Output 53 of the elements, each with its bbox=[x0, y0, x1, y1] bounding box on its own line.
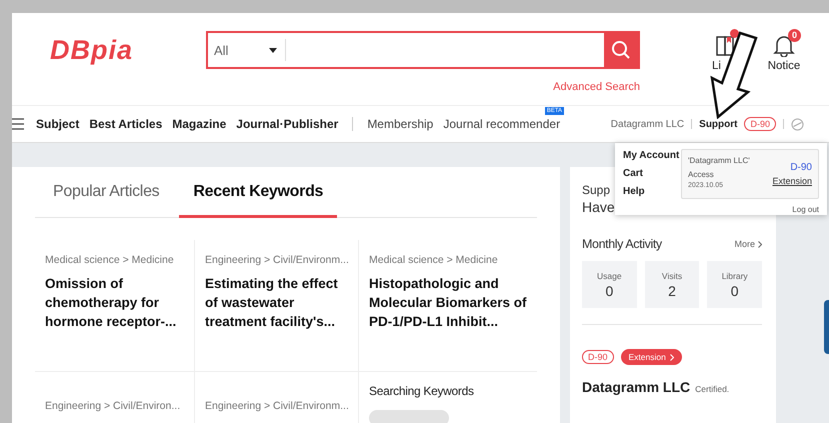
extension-link[interactable]: Extension bbox=[772, 176, 812, 186]
nav-link[interactable]: Best Articles bbox=[89, 117, 162, 131]
menu-item[interactable]: Help bbox=[623, 186, 681, 197]
article-title[interactable]: Omission of chemotherapy for hormone receptor-... bbox=[45, 274, 184, 331]
article-title[interactable]: Histopathologic and Molecular Biomarkers of PD-1/PD-L1 Inhibit... bbox=[369, 274, 527, 331]
search-icon bbox=[611, 40, 631, 60]
menu-item[interactable]: My Account bbox=[623, 150, 681, 161]
nav-link[interactable]: Journal recommender bbox=[443, 117, 560, 131]
section-heading: Monthly Activity bbox=[582, 237, 662, 251]
access-text: 'Datagramm LLC' Access bbox=[688, 155, 751, 181]
side-tab[interactable] bbox=[824, 300, 829, 354]
organization-name: Datagramm LLC bbox=[610, 118, 684, 130]
caret-icon bbox=[269, 48, 277, 52]
support-link[interactable]: Support bbox=[699, 118, 738, 130]
search-button[interactable] bbox=[604, 33, 638, 67]
organization-name: Datagramm LLC bbox=[582, 379, 690, 395]
d-day-badge: D-90 bbox=[582, 350, 614, 364]
article-category: Medical science > Medicine bbox=[45, 254, 175, 266]
d-day-count: D-90 bbox=[790, 162, 812, 173]
section-heading: Searching Keywords bbox=[369, 384, 475, 398]
stat-value: 2 bbox=[668, 282, 676, 298]
logout-link[interactable]: Log out bbox=[792, 205, 819, 214]
nav-link[interactable]: Magazine bbox=[172, 117, 226, 131]
menu-icon[interactable] bbox=[12, 118, 24, 130]
stat-label: Visits bbox=[662, 270, 682, 280]
nav-link[interactable]: Subject bbox=[36, 117, 80, 131]
tab[interactable]: Popular Articles bbox=[53, 167, 160, 218]
article-category: Engineering > Civil/Environm... bbox=[205, 254, 348, 266]
advanced-search-link[interactable]: Advanced Search bbox=[553, 81, 640, 93]
article-category: Medical science > Medicine bbox=[369, 254, 499, 266]
icon-label: Li bbox=[712, 60, 721, 72]
extension-button[interactable]: Extension bbox=[620, 349, 682, 365]
icon-label: Notice bbox=[768, 60, 800, 72]
stat-value: 0 bbox=[605, 282, 614, 298]
certified-label: Certified. bbox=[695, 384, 730, 394]
side-heading: Have bbox=[582, 199, 615, 215]
stat-label: Library bbox=[722, 270, 748, 280]
tab[interactable]: Recent Keywords bbox=[179, 167, 338, 218]
d-day-badge: D-90 bbox=[744, 117, 776, 131]
stat-label: Usage bbox=[597, 270, 622, 280]
logo[interactable]: DBpia bbox=[50, 35, 206, 66]
nav-link[interactable]: Journal·Publisher bbox=[236, 117, 338, 131]
side-heading: Supp bbox=[582, 183, 610, 197]
chevron-icon bbox=[670, 354, 674, 360]
article-category: Engineering > Civil/Environm... bbox=[205, 400, 348, 412]
article-title[interactable]: Estimating the effect of wastewater treatment facility's... bbox=[205, 274, 348, 331]
count-badge: 0 bbox=[788, 29, 801, 42]
more-link[interactable]: More bbox=[734, 239, 762, 249]
chevron-icon bbox=[758, 240, 762, 248]
article-category: Engineering > Civil/Environ... bbox=[45, 400, 182, 412]
menu-item[interactable]: Cart bbox=[623, 168, 681, 179]
stat-value: 0 bbox=[730, 282, 739, 298]
nav-link[interactable]: Membership bbox=[367, 117, 434, 131]
